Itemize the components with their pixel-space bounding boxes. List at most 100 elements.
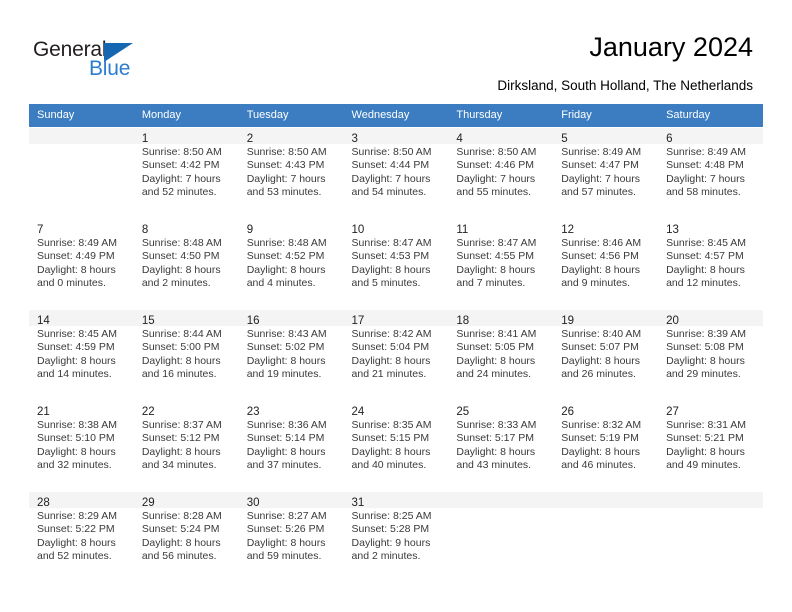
- day-sun-info: Sunrise: 8:35 AM Sunset: 5:15 PM Daylight:…: [343, 417, 449, 490]
- weekday-header-friday: Friday: [553, 104, 659, 127]
- sunrise-text: Sunrise: 8:37 AM: [141, 419, 222, 431]
- calendar-header-row: Sunday Monday Tuesday Wednesday Thursday…: [29, 104, 763, 127]
- calendar-day-cell[interactable]: 16 Sunrise: 8:43 AM Sunset: 5:02 PM Dayligh…: [238, 308, 344, 400]
- sunset-text: Sunset: 4:46 PM: [456, 159, 535, 172]
- day-cell-body: [29, 127, 134, 217]
- day-cell-body: 12 Sunrise: 8:46 AM Sunset: 4:56 PM Dayligh…: [553, 218, 659, 308]
- daylight-text-line1: Daylight: 8 hours: [561, 445, 641, 458]
- day-cell-body: 13 Sunrise: 8:45 AM Sunset: 4:57 PM Dayligh…: [658, 218, 763, 308]
- daylight-text-line1: Daylight: 8 hours: [37, 536, 116, 549]
- sunrise-text: Sunrise: 8:38 AM: [37, 419, 117, 431]
- calendar-day-cell[interactable]: 1 Sunrise: 8:50 AM Sunset: 4:42 PM Daylight…: [133, 127, 239, 218]
- day-number: 5: [561, 133, 568, 145]
- calendar-day-cell[interactable]: 14 Sunrise: 8:45 AM Sunset: 4:59 PM Dayligh…: [29, 308, 134, 400]
- daylight-text-line2: and 58 minutes.: [666, 186, 741, 199]
- day-cell-body: [553, 491, 659, 581]
- calendar-day-cell[interactable]: 19 Sunrise: 8:40 AM Sunset: 5:07 PM Dayligh…: [553, 308, 659, 400]
- calendar-day-cell[interactable]: 22 Sunrise: 8:37 AM Sunset: 5:12 PM Dayligh…: [133, 399, 239, 491]
- sunset-text: Sunset: 5:00 PM: [141, 341, 220, 354]
- day-cell-body: 1 Sunrise: 8:50 AM Sunset: 4:42 PM Daylight…: [133, 127, 239, 217]
- daylight-text-line2: and 59 minutes.: [246, 550, 322, 563]
- page-title: January 2024: [589, 32, 753, 62]
- calendar-day-cell[interactable]: 25 Sunrise: 8:33 AM Sunset: 5:17 PM Dayligh…: [448, 399, 554, 491]
- calendar-day-cell: [29, 127, 134, 218]
- sunset-text: Sunset: 5:12 PM: [141, 432, 220, 445]
- weekday-header-tuesday: Tuesday: [238, 104, 344, 127]
- daylight-text-line1: Daylight: 8 hours: [246, 536, 326, 549]
- calendar-day-cell[interactable]: 15 Sunrise: 8:44 AM Sunset: 5:00 PM Dayligh…: [133, 308, 239, 400]
- daylight-text-line1: Daylight: 8 hours: [351, 445, 431, 458]
- day-cell-body: 5 Sunrise: 8:49 AM Sunset: 4:47 PM Daylight…: [553, 127, 659, 217]
- calendar-day-cell[interactable]: 31 Sunrise: 8:25 AM Sunset: 5:28 PM Dayligh…: [343, 490, 449, 582]
- calendar-day-cell[interactable]: 7 Sunrise: 8:49 AM Sunset: 4:49 PM Daylight…: [29, 217, 134, 309]
- day-sun-info: [553, 508, 659, 581]
- calendar-day-cell[interactable]: 28 Sunrise: 8:29 AM Sunset: 5:22 PM Dayligh…: [29, 490, 134, 582]
- day-number: 16: [246, 315, 260, 327]
- sunset-text: Sunset: 5:24 PM: [141, 523, 220, 536]
- sunset-text: Sunset: 4:52 PM: [246, 250, 325, 263]
- sunset-text: Sunset: 5:22 PM: [37, 523, 115, 536]
- calendar-day-cell[interactable]: 6 Sunrise: 8:49 AM Sunset: 4:48 PM Daylight…: [658, 127, 763, 218]
- day-sun-info: Sunrise: 8:47 AM Sunset: 4:55 PM Daylight:…: [448, 235, 554, 308]
- calendar-day-cell[interactable]: 3 Sunrise: 8:50 AM Sunset: 4:44 PM Daylight…: [343, 127, 449, 218]
- day-number: 6: [666, 133, 673, 145]
- daylight-text-line2: and 52 minutes.: [37, 550, 112, 563]
- day-number: 15: [141, 315, 155, 327]
- daylight-text-line1: Daylight: 9 hours: [351, 536, 431, 549]
- sunrise-text: Sunrise: 8:29 AM: [37, 510, 117, 522]
- calendar-day-cell[interactable]: 12 Sunrise: 8:46 AM Sunset: 4:56 PM Dayligh…: [553, 217, 659, 309]
- daylight-text-line2: and 4 minutes.: [246, 277, 316, 290]
- sunset-text: Sunset: 5:05 PM: [456, 341, 535, 354]
- sunrise-text: Sunrise: 8:50 AM: [141, 146, 222, 158]
- calendar-day-cell[interactable]: 2 Sunrise: 8:50 AM Sunset: 4:43 PM Daylight…: [238, 127, 344, 218]
- calendar-day-cell[interactable]: 30 Sunrise: 8:27 AM Sunset: 5:26 PM Dayligh…: [238, 490, 344, 582]
- day-number: 24: [351, 406, 365, 418]
- calendar-day-cell[interactable]: 18 Sunrise: 8:41 AM Sunset: 5:05 PM Dayligh…: [448, 308, 554, 400]
- day-cell-body: 8 Sunrise: 8:48 AM Sunset: 4:50 PM Daylight…: [133, 218, 239, 308]
- sunset-text: Sunset: 5:28 PM: [351, 523, 430, 536]
- day-sun-info: Sunrise: 8:45 AM Sunset: 4:59 PM Daylight:…: [29, 326, 134, 399]
- day-sun-info: [448, 508, 554, 581]
- sunrise-text: Sunrise: 8:49 AM: [666, 146, 747, 158]
- calendar-day-cell[interactable]: 11 Sunrise: 8:47 AM Sunset: 4:55 PM Dayligh…: [448, 217, 554, 309]
- sunrise-text: Sunrise: 8:35 AM: [351, 419, 432, 431]
- daylight-text-line2: and 37 minutes.: [246, 459, 322, 472]
- calendar-day-cell[interactable]: 9 Sunrise: 8:48 AM Sunset: 4:52 PM Daylight…: [238, 217, 344, 309]
- daylight-text-line1: Daylight: 8 hours: [141, 263, 221, 276]
- daylight-text-line2: and 0 minutes.: [37, 277, 106, 290]
- calendar-week-row: 7 Sunrise: 8:49 AM Sunset: 4:49 PM Daylight…: [29, 217, 763, 309]
- day-number: 28: [37, 497, 50, 509]
- day-sun-info: Sunrise: 8:46 AM Sunset: 4:56 PM Daylight:…: [553, 235, 659, 308]
- calendar-day-cell[interactable]: 29 Sunrise: 8:28 AM Sunset: 5:24 PM Dayligh…: [133, 490, 239, 582]
- day-cell-body: 23 Sunrise: 8:36 AM Sunset: 5:14 PM Dayligh…: [238, 400, 344, 490]
- day-sun-info: Sunrise: 8:45 AM Sunset: 4:57 PM Daylight:…: [658, 235, 763, 308]
- calendar-day-cell[interactable]: 23 Sunrise: 8:36 AM Sunset: 5:14 PM Dayligh…: [238, 399, 344, 491]
- calendar-day-cell[interactable]: 24 Sunrise: 8:35 AM Sunset: 5:15 PM Dayligh…: [343, 399, 449, 491]
- sunrise-text: Sunrise: 8:45 AM: [37, 328, 117, 340]
- day-number: [448, 492, 553, 508]
- daylight-text-line1: Daylight: 7 hours: [456, 172, 536, 185]
- calendar-day-cell[interactable]: 17 Sunrise: 8:42 AM Sunset: 5:04 PM Dayligh…: [343, 308, 449, 400]
- daylight-text-line2: and 53 minutes.: [246, 186, 322, 199]
- day-sun-info: Sunrise: 8:37 AM Sunset: 5:12 PM Daylight:…: [133, 417, 239, 490]
- calendar-day-cell[interactable]: 10 Sunrise: 8:47 AM Sunset: 4:53 PM Dayligh…: [343, 217, 449, 309]
- calendar-day-cell[interactable]: 5 Sunrise: 8:49 AM Sunset: 4:47 PM Daylight…: [553, 127, 659, 218]
- daylight-text-line1: Daylight: 8 hours: [456, 445, 536, 458]
- calendar-day-cell[interactable]: 4 Sunrise: 8:50 AM Sunset: 4:46 PM Daylight…: [448, 127, 554, 218]
- day-cell-body: 2 Sunrise: 8:50 AM Sunset: 4:43 PM Daylight…: [238, 127, 344, 217]
- day-cell-body: 29 Sunrise: 8:28 AM Sunset: 5:24 PM Dayligh…: [133, 491, 239, 581]
- sunset-text: Sunset: 5:08 PM: [666, 341, 744, 354]
- calendar-day-cell[interactable]: 13 Sunrise: 8:45 AM Sunset: 4:57 PM Dayligh…: [658, 217, 763, 309]
- daylight-text-line1: Daylight: 8 hours: [351, 354, 431, 367]
- day-sun-info: Sunrise: 8:36 AM Sunset: 5:14 PM Daylight:…: [238, 417, 344, 490]
- calendar-day-cell[interactable]: 21 Sunrise: 8:38 AM Sunset: 5:10 PM Dayligh…: [29, 399, 134, 491]
- daylight-text-line2: and 34 minutes.: [141, 459, 217, 472]
- day-cell-body: 21 Sunrise: 8:38 AM Sunset: 5:10 PM Dayligh…: [29, 400, 134, 490]
- calendar-day-cell[interactable]: 20 Sunrise: 8:39 AM Sunset: 5:08 PM Dayligh…: [658, 308, 763, 400]
- calendar-day-cell[interactable]: 26 Sunrise: 8:32 AM Sunset: 5:19 PM Dayligh…: [553, 399, 659, 491]
- calendar-day-cell[interactable]: 8 Sunrise: 8:48 AM Sunset: 4:50 PM Daylight…: [133, 217, 239, 309]
- calendar-body: 1 Sunrise: 8:50 AM Sunset: 4:42 PM Daylight…: [29, 127, 763, 582]
- sunset-text: Sunset: 4:56 PM: [561, 250, 639, 263]
- calendar-day-cell[interactable]: 27 Sunrise: 8:31 AM Sunset: 5:21 PM Dayligh…: [658, 399, 763, 491]
- day-sun-info: Sunrise: 8:31 AM Sunset: 5:21 PM Daylight:…: [658, 417, 763, 490]
